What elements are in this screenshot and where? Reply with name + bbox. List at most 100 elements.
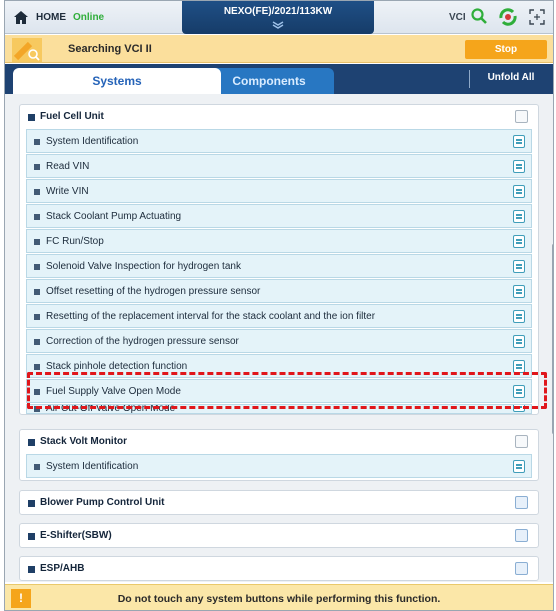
- list-item[interactable]: Air Cut-Off Valve Open Mode: [26, 404, 532, 414]
- vehicle-selector[interactable]: NEXO(FE)/2021/113KW: [182, 1, 374, 34]
- group-title: Fuel Cell Unit: [40, 111, 104, 122]
- system-list[interactable]: Fuel Cell Unit System Identification Rea…: [5, 94, 553, 582]
- bullet-icon: [28, 533, 35, 540]
- bullet-icon: [28, 500, 35, 507]
- item-label: System Identification: [46, 461, 139, 472]
- vci-search-icon: [12, 38, 42, 62]
- group-title: E-Shifter(SBW): [40, 530, 112, 541]
- divider: [469, 70, 470, 88]
- expand-icon[interactable]: [515, 562, 528, 575]
- vci-status-bar: Searching VCI II Stop: [5, 35, 553, 63]
- home-label[interactable]: HOME: [36, 12, 66, 23]
- list-item[interactable]: FC Run/Stop: [26, 229, 532, 253]
- collapse-icon[interactable]: [515, 435, 528, 448]
- online-status: Online: [73, 12, 105, 23]
- group-header[interactable]: E-Shifter(SBW): [20, 524, 538, 548]
- bullet-icon: [34, 289, 40, 295]
- group-header[interactable]: Blower Pump Control Unit: [20, 491, 538, 515]
- list-item[interactable]: Correction of the hydrogen pressure sens…: [26, 329, 532, 353]
- group-header[interactable]: ESP/AHB: [20, 557, 538, 581]
- document-icon[interactable]: [513, 335, 525, 348]
- document-icon[interactable]: [513, 260, 525, 273]
- item-label: Resetting of the replacement interval fo…: [46, 311, 376, 322]
- item-label: Stack pinhole detection function: [46, 361, 188, 372]
- document-icon[interactable]: [513, 360, 525, 373]
- warning-footer: ! Do not touch any system buttons while …: [5, 584, 553, 610]
- list-item[interactable]: Resetting of the replacement interval fo…: [26, 304, 532, 328]
- group-header[interactable]: Fuel Cell Unit: [20, 105, 538, 129]
- bullet-icon: [28, 439, 35, 446]
- bullet-icon: [34, 264, 40, 270]
- item-label: Correction of the hydrogen pressure sens…: [46, 336, 239, 347]
- list-item[interactable]: Stack pinhole detection function: [26, 354, 532, 378]
- warning-message: Do not touch any system buttons while pe…: [117, 593, 441, 605]
- list-item[interactable]: Solenoid Valve Inspection for hydrogen t…: [26, 254, 532, 278]
- document-icon[interactable]: [513, 185, 525, 198]
- vehicle-title: NEXO(FE)/2021/113KW: [223, 6, 333, 17]
- item-label: Read VIN: [46, 161, 90, 172]
- list-item-fuel-supply-valve[interactable]: Fuel Supply Valve Open Mode: [26, 379, 532, 403]
- tab-bar: Components Systems Unfold All: [5, 64, 553, 94]
- chevron-down-icon: [272, 21, 284, 29]
- list-item[interactable]: Read VIN: [26, 154, 532, 178]
- vci-label: VCI: [449, 12, 466, 23]
- search-icon[interactable]: [470, 7, 488, 25]
- group-title: ESP/AHB: [40, 563, 85, 574]
- bullet-icon: [34, 239, 40, 245]
- list-item[interactable]: System Identification: [26, 129, 532, 153]
- bullet-icon: [28, 566, 35, 573]
- fullscreen-icon[interactable]: [529, 9, 545, 25]
- document-icon[interactable]: [513, 235, 525, 248]
- unfold-all-button[interactable]: Unfold All: [475, 72, 547, 83]
- bullet-icon: [34, 464, 40, 470]
- document-icon[interactable]: [513, 285, 525, 298]
- top-bar: HOME Online NEXO(FE)/2021/113KW VCI: [5, 1, 553, 34]
- group-header[interactable]: Stack Volt Monitor: [20, 430, 538, 454]
- item-label: Solenoid Valve Inspection for hydrogen t…: [46, 261, 241, 272]
- expand-icon[interactable]: [515, 529, 528, 542]
- tab-components[interactable]: Components: [204, 68, 334, 94]
- item-label: Offset resetting of the hydrogen pressur…: [46, 286, 261, 297]
- bullet-icon: [34, 164, 40, 170]
- item-label: Write VIN: [46, 186, 89, 197]
- document-icon[interactable]: [513, 460, 525, 473]
- document-icon[interactable]: [513, 385, 525, 398]
- home-icon[interactable]: [13, 10, 29, 25]
- document-icon[interactable]: [513, 160, 525, 173]
- vci-connect-icon[interactable]: [498, 7, 518, 27]
- app-window: HOME Online NEXO(FE)/2021/113KW VCI Sear…: [4, 0, 554, 611]
- bullet-icon: [34, 314, 40, 320]
- bullet-icon: [34, 189, 40, 195]
- list-item[interactable]: Stack Coolant Pump Actuating: [26, 204, 532, 228]
- document-icon[interactable]: [513, 405, 525, 412]
- scrollbar[interactable]: [552, 244, 553, 434]
- group-title: Stack Volt Monitor: [40, 436, 128, 447]
- tab-systems[interactable]: Systems: [13, 68, 221, 94]
- bullet-icon: [34, 364, 40, 370]
- list-item[interactable]: Write VIN: [26, 179, 532, 203]
- bullet-icon: [28, 114, 35, 121]
- collapse-icon[interactable]: [515, 110, 528, 123]
- group-blower-pump-control-unit[interactable]: Blower Pump Control Unit: [19, 490, 539, 515]
- document-icon[interactable]: [513, 210, 525, 223]
- list-item[interactable]: System Identification: [26, 454, 532, 478]
- item-label: System Identification: [46, 136, 139, 147]
- group-stack-volt-monitor: Stack Volt Monitor System Identification: [19, 429, 539, 481]
- group-fuel-cell-unit: Fuel Cell Unit System Identification Rea…: [19, 104, 539, 415]
- item-label: Stack Coolant Pump Actuating: [46, 211, 182, 222]
- bullet-icon: [34, 214, 40, 220]
- bullet-icon: [34, 139, 40, 145]
- group-title: Blower Pump Control Unit: [40, 497, 165, 508]
- document-icon[interactable]: [513, 310, 525, 323]
- group-e-shifter[interactable]: E-Shifter(SBW): [19, 523, 539, 548]
- item-label: FC Run/Stop: [46, 236, 104, 247]
- group-esp-ahb[interactable]: ESP/AHB: [19, 556, 539, 581]
- item-label: Fuel Supply Valve Open Mode: [46, 386, 181, 397]
- document-icon[interactable]: [513, 135, 525, 148]
- item-label: Air Cut-Off Valve Open Mode: [46, 404, 176, 414]
- bullet-icon: [34, 406, 40, 412]
- vci-search-status: Searching VCI II: [68, 43, 152, 55]
- expand-icon[interactable]: [515, 496, 528, 509]
- stop-button[interactable]: Stop: [465, 40, 547, 59]
- list-item[interactable]: Offset resetting of the hydrogen pressur…: [26, 279, 532, 303]
